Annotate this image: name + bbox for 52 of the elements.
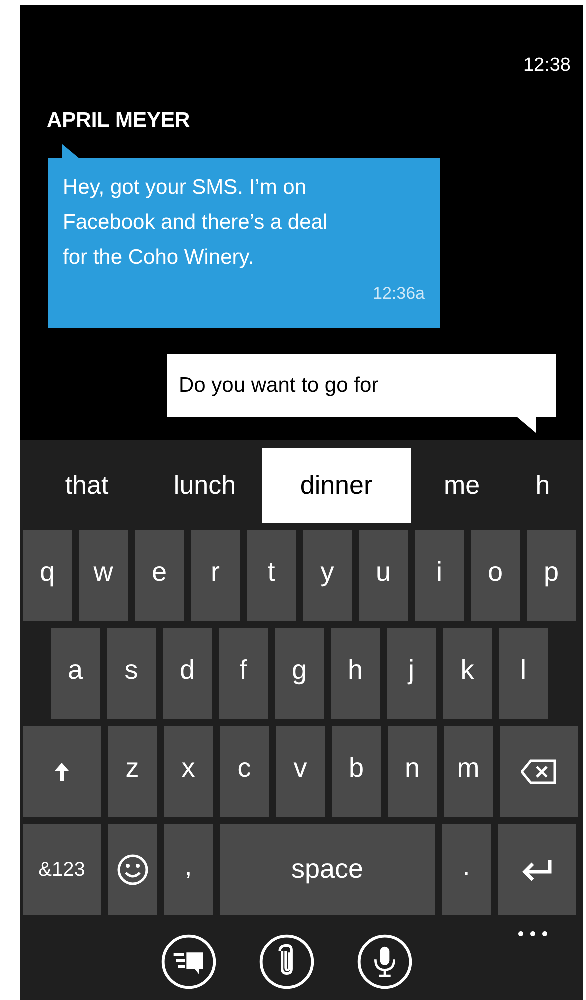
- key[interactable]: j: [387, 628, 436, 719]
- emoji-key[interactable]: [108, 824, 157, 915]
- enter-arrow-icon: [521, 858, 553, 880]
- key[interactable]: i: [415, 530, 464, 621]
- key[interactable]: p: [527, 530, 576, 621]
- key[interactable]: s: [107, 628, 156, 719]
- key[interactable]: e: [135, 530, 184, 621]
- backspace-key[interactable]: [500, 726, 578, 817]
- key[interactable]: m: [444, 726, 493, 817]
- suggestion[interactable]: me: [411, 448, 513, 522]
- key[interactable]: z: [108, 726, 157, 817]
- message-text: Hey, got your SMS. I’m on Facebook and there’s a deal for the Coho Winery.: [62, 175, 329, 271]
- shift-arrow-icon: [54, 762, 70, 782]
- compose-field[interactable]: Do you want to go for: [167, 354, 556, 417]
- key[interactable]: t: [247, 530, 296, 621]
- suggestion[interactable]: h: [513, 448, 573, 522]
- enter-key[interactable]: [498, 824, 576, 915]
- key[interactable]: ,: [164, 824, 213, 915]
- key[interactable]: l: [499, 628, 548, 719]
- space-key[interactable]: space: [220, 824, 435, 915]
- key[interactable]: h: [331, 628, 380, 719]
- key[interactable]: y: [303, 530, 352, 621]
- suggestion[interactable]: that: [26, 448, 148, 522]
- key[interactable]: a: [51, 628, 100, 719]
- contact-name: APRIL MEYER: [47, 108, 190, 132]
- more-icon[interactable]: [518, 931, 548, 937]
- key[interactable]: b: [332, 726, 381, 817]
- key[interactable]: x: [164, 726, 213, 817]
- bubble-tail: [517, 417, 536, 433]
- key[interactable]: .: [442, 824, 491, 915]
- key[interactable]: u: [359, 530, 408, 621]
- key[interactable]: n: [388, 726, 437, 817]
- key[interactable]: v: [276, 726, 325, 817]
- symbols-key[interactable]: &123: [23, 824, 101, 915]
- paperclip-icon[interactable]: [258, 934, 314, 990]
- microphone-icon[interactable]: [356, 934, 412, 990]
- key[interactable]: c: [220, 726, 269, 817]
- suggestion[interactable]: dinner: [262, 448, 411, 522]
- key[interactable]: d: [163, 628, 212, 719]
- key[interactable]: r: [191, 530, 240, 621]
- key[interactable]: g: [275, 628, 324, 719]
- message-time: 12:36a: [373, 283, 425, 305]
- key[interactable]: k: [443, 628, 492, 719]
- clock-time: 12:38: [523, 54, 571, 78]
- key[interactable]: w: [79, 530, 128, 621]
- key[interactable]: o: [471, 530, 520, 621]
- backspace-icon: [521, 758, 557, 784]
- key[interactable]: q: [23, 530, 72, 621]
- smiley-icon: [116, 854, 148, 886]
- key[interactable]: f: [219, 628, 268, 719]
- send-message-icon[interactable]: [160, 934, 216, 990]
- suggestion[interactable]: lunch: [148, 448, 262, 522]
